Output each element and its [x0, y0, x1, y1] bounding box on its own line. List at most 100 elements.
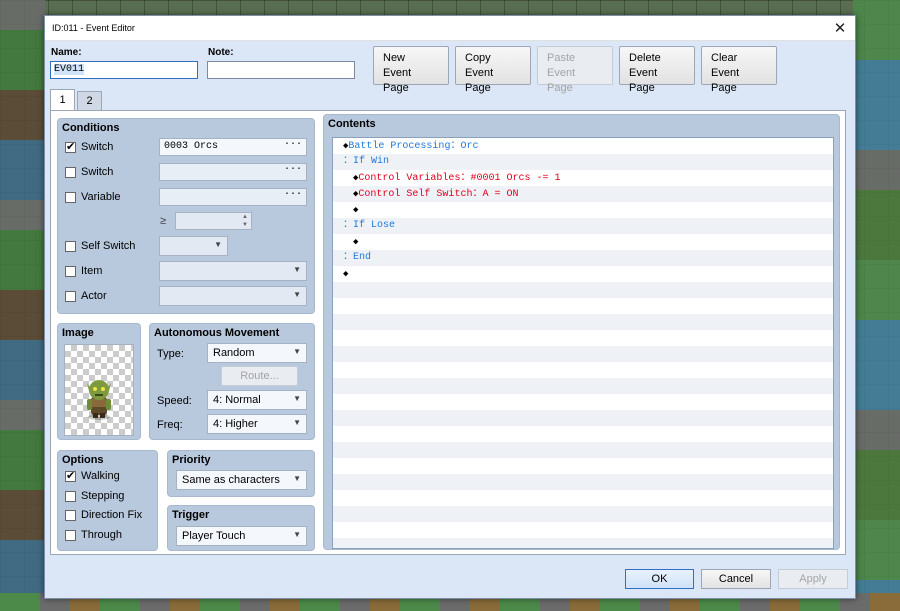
- priority-dropdown[interactable]: Same as characters ▼: [176, 470, 307, 490]
- title-bar: ID:011 - Event Editor ✕: [45, 16, 855, 41]
- switch2-label: Switch: [81, 166, 114, 178]
- conditions-title: Conditions: [62, 122, 120, 134]
- switch1-field[interactable]: 0003 Orcs ···: [159, 138, 307, 156]
- button-line2: Event Page: [465, 67, 494, 94]
- checkbox: [65, 265, 76, 277]
- variable-checkbox[interactable]: Variable: [65, 191, 121, 203]
- command-line[interactable]: ◆: [333, 202, 833, 218]
- paste-event-page-button[interactable]: Paste Event Page: [537, 46, 613, 94]
- contents-title: Contents: [328, 118, 376, 130]
- tab-page-1[interactable]: 1: [50, 89, 75, 110]
- new-event-page-button[interactable]: New Event Page: [373, 46, 449, 94]
- chevron-down-icon: ▼: [293, 418, 301, 427]
- delete-event-page-button[interactable]: Delete Event Page: [619, 46, 695, 94]
- freq-label: Freq:: [157, 419, 183, 431]
- variable-value-spinner[interactable]: ▲ ▼: [175, 212, 252, 230]
- ellipsis-button[interactable]: ···: [284, 139, 302, 150]
- checkbox: [65, 290, 76, 302]
- command-line[interactable]: ：If Win: [333, 154, 833, 170]
- movement-type-value: Random: [213, 347, 255, 359]
- apply-button[interactable]: Apply: [778, 569, 848, 589]
- switch2-checkbox[interactable]: Switch: [65, 166, 113, 178]
- tab-page-2[interactable]: 2: [77, 91, 102, 110]
- contents-group: Contents ◆Battle Processing：Orc ：If Win …: [323, 114, 840, 550]
- variable-label: Variable: [81, 191, 121, 203]
- command-line[interactable]: ◆: [333, 266, 833, 282]
- command-text: End: [353, 252, 372, 263]
- orc-sprite-icon: [87, 380, 111, 420]
- through-checkbox[interactable]: Through: [65, 529, 122, 541]
- stepping-checkbox[interactable]: Stepping: [65, 490, 124, 502]
- ok-button[interactable]: OK: [625, 569, 694, 589]
- movement-type-dropdown[interactable]: Random ▼: [207, 343, 307, 363]
- actor-checkbox[interactable]: Actor: [65, 290, 107, 302]
- self-switch-checkbox[interactable]: Self Switch: [65, 240, 135, 252]
- cancel-button[interactable]: Cancel: [701, 569, 771, 589]
- direction-fix-checkbox[interactable]: Direction Fix: [65, 509, 142, 521]
- direction-fix-label: Direction Fix: [81, 509, 143, 521]
- route-button[interactable]: Route...: [221, 366, 298, 386]
- command-line[interactable]: ◆Battle Processing：Orc: [333, 138, 833, 154]
- speed-label: Speed:: [157, 395, 192, 407]
- note-input[interactable]: [207, 61, 355, 79]
- movement-freq-dropdown[interactable]: 4: Higher ▼: [207, 414, 307, 434]
- image-group: Image: [57, 323, 141, 440]
- item-label: Item: [81, 265, 103, 277]
- chevron-down-icon: ▼: [214, 240, 222, 249]
- switch2-field[interactable]: ···: [159, 163, 307, 181]
- chevron-down-icon: ▼: [293, 347, 301, 356]
- command-line[interactable]: ◆: [333, 234, 833, 250]
- checkbox: [65, 490, 76, 502]
- variable-field[interactable]: ···: [159, 188, 307, 206]
- name-value: EV011: [54, 64, 85, 75]
- page-tabs: 1 2: [50, 89, 104, 110]
- priority-title: Priority: [172, 454, 211, 466]
- event-command-list[interactable]: ◆Battle Processing：Orc ：If Win ◆Control …: [332, 137, 834, 549]
- command-line[interactable]: ◆Control Self Switch：A = ON: [333, 186, 833, 202]
- command-line[interactable]: ：End: [333, 250, 833, 266]
- button-line2: Event Page: [711, 67, 740, 94]
- movement-freq-value: 4: Higher: [213, 418, 258, 430]
- ellipsis-button[interactable]: ···: [284, 164, 302, 175]
- self-switch-dropdown[interactable]: ▼: [159, 236, 228, 256]
- actor-dropdown[interactable]: ▼: [159, 286, 307, 306]
- button-line1: Clear: [711, 52, 738, 64]
- command-text: Battle Processing：Orc: [348, 141, 479, 152]
- movement-speed-dropdown[interactable]: 4: Normal ▼: [207, 390, 307, 410]
- note-label: Note:: [208, 47, 234, 58]
- movement-speed-value: 4: Normal: [213, 394, 261, 406]
- trigger-value: Player Touch: [182, 530, 246, 542]
- switch1-label: Switch: [81, 141, 114, 153]
- command-text: Control Variables：#0001 Orcs -= 1: [358, 173, 561, 184]
- walking-label: Walking: [81, 470, 120, 482]
- name-input[interactable]: EV011: [50, 61, 198, 79]
- copy-event-page-button[interactable]: Copy Event Page: [455, 46, 531, 94]
- event-image-picker[interactable]: [64, 344, 134, 436]
- button-line2: Event Page: [383, 67, 412, 94]
- button-line1: Delete: [629, 52, 661, 64]
- walking-checkbox[interactable]: Walking: [65, 469, 120, 482]
- spinner-arrows-icon[interactable]: ▲ ▼: [242, 213, 248, 229]
- map-background-left: [0, 0, 45, 611]
- chevron-down-icon: ▼: [293, 394, 301, 403]
- chevron-down-icon: ▼: [293, 265, 301, 274]
- command-text: Control Self Switch：A = ON: [358, 189, 519, 200]
- switch1-checkbox[interactable]: Switch: [65, 140, 114, 153]
- chevron-down-icon: ▼: [293, 290, 301, 299]
- button-line2: Event Page: [547, 67, 576, 94]
- chevron-down-icon: ▼: [293, 474, 301, 483]
- clear-event-page-button[interactable]: Clear Event Page: [701, 46, 777, 94]
- item-checkbox[interactable]: Item: [65, 265, 102, 277]
- stepping-label: Stepping: [81, 490, 125, 502]
- name-label: Name:: [51, 47, 82, 58]
- command-line[interactable]: ：If Lose: [333, 218, 833, 234]
- command-line[interactable]: ◆Control Variables：#0001 Orcs -= 1: [333, 170, 833, 186]
- map-background-right: [853, 0, 900, 611]
- image-title: Image: [62, 327, 94, 339]
- item-dropdown[interactable]: ▼: [159, 261, 307, 281]
- close-icon[interactable]: ✕: [825, 19, 855, 37]
- ellipsis-button[interactable]: ···: [284, 189, 302, 200]
- switch1-value: 0003 Orcs: [164, 141, 219, 152]
- checkbox: [65, 509, 76, 521]
- trigger-dropdown[interactable]: Player Touch ▼: [176, 526, 307, 546]
